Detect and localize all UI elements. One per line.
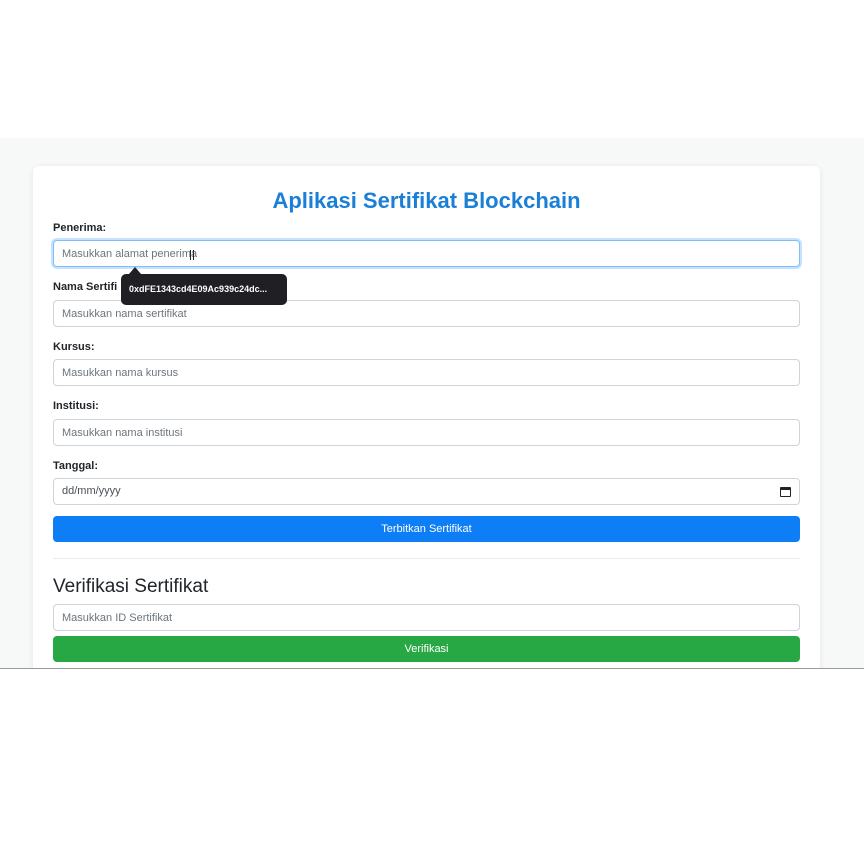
text-cursor-icon [190,250,194,260]
app-viewport: Aplikasi Sertifikat Blockchain Penerima:… [0,138,864,669]
tooltip-arrow [129,267,141,274]
date-input[interactable]: dd/mm/yyyy [53,478,800,505]
recipient-input[interactable] [53,240,800,267]
date-label: Tanggal: [53,460,99,472]
institution-label: Institusi: [53,400,99,412]
verify-section-title: Verifikasi Sertifikat [53,576,209,597]
certificate-id-input[interactable] [53,604,800,631]
cert-name-label: Nama Sertifi [53,281,118,293]
course-input[interactable] [53,359,800,386]
calendar-icon[interactable] [780,486,791,497]
issue-certificate-button[interactable]: Terbitkan Sertifikat [53,516,800,542]
certificate-card: Aplikasi Sertifikat Blockchain Penerima:… [33,166,820,668]
section-divider [53,558,800,559]
date-placeholder: dd/mm/yyyy [62,485,121,497]
institution-input[interactable] [53,419,800,446]
verify-button[interactable]: Verifikasi [53,636,800,662]
recipient-label: Penerima: [53,222,107,234]
address-autofill-tooltip[interactable]: 0xdFE1343cd4E09Ac939c24dc... [121,274,287,305]
course-label: Kursus: [53,341,95,353]
page-title: Aplikasi Sertifikat Blockchain [272,188,581,213]
